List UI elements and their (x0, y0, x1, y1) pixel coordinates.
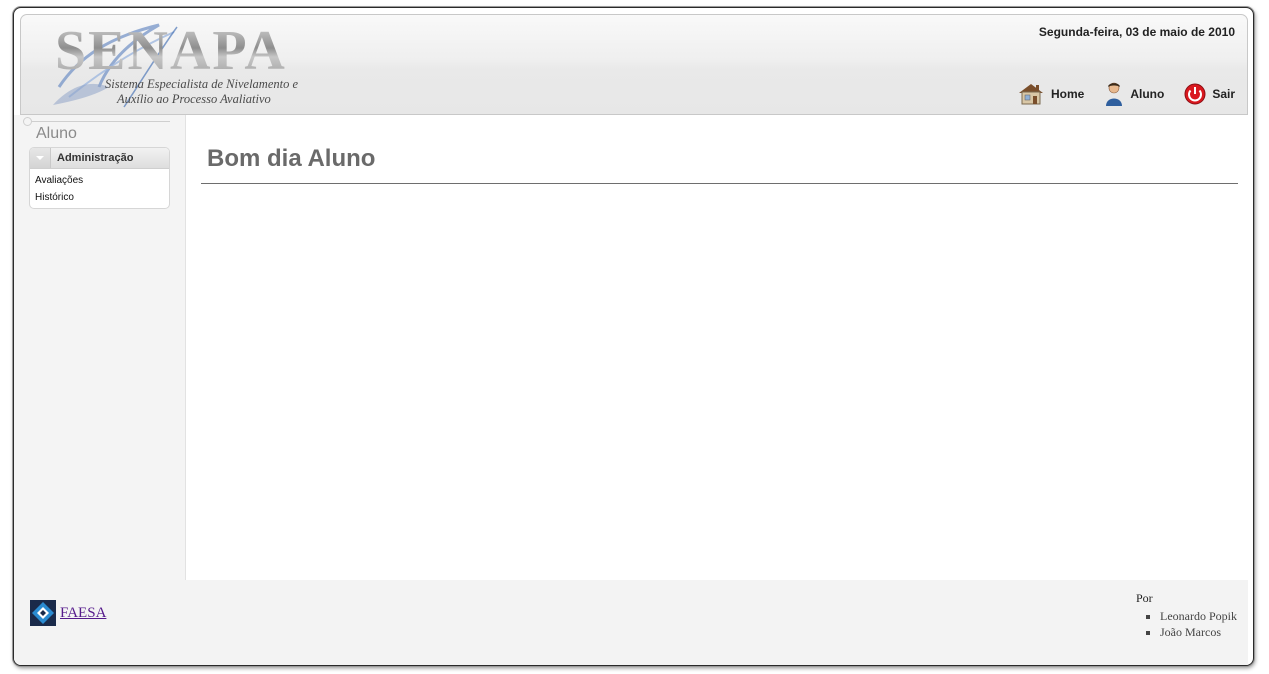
house-icon (1017, 81, 1045, 107)
faesa-link[interactable]: FAESA (60, 605, 106, 622)
footer: FAESA Por Leonardo Popik João Marcos (14, 580, 1248, 665)
credits: Por Leonardo Popik João Marcos (1136, 591, 1237, 640)
admin-panel-label: Administração (57, 152, 134, 164)
credits-label: Por (1136, 591, 1153, 605)
main-content: Bom dia Aluno (186, 115, 1248, 580)
faesa-logo-icon[interactable] (30, 600, 56, 626)
power-icon (1184, 81, 1206, 107)
nav-sair[interactable]: Sair (1184, 81, 1235, 107)
user-icon (1104, 81, 1124, 107)
top-nav: Home Aluno Sair (997, 81, 1235, 107)
admin-panel-header[interactable]: Administração (30, 148, 169, 169)
sidebar-item-historico[interactable]: Histórico (35, 189, 169, 206)
nav-home[interactable]: Home (1017, 81, 1084, 107)
nav-home-label: Home (1050, 87, 1085, 101)
sidebar-bullet-icon (23, 117, 32, 126)
nav-aluno[interactable]: Aluno (1104, 81, 1164, 107)
logo-title: SENAPA (55, 20, 287, 82)
chevron-down-icon[interactable] (30, 148, 51, 168)
senapa-logo[interactable]: SENAPA Sistema Especialista de Nivelamen… (49, 17, 329, 109)
authors-list: Leonardo Popik João Marcos (1136, 608, 1237, 640)
nav-aluno-label: Aluno (1130, 87, 1165, 101)
admin-panel: Administração Avaliações Histórico (29, 147, 170, 209)
admin-links: Avaliações Histórico (30, 169, 169, 206)
logo-subtitle-line2: Auxílio ao Processo Avaliativo (117, 92, 271, 106)
nav-sair-label: Sair (1212, 87, 1235, 101)
sidebar-item-avaliacoes[interactable]: Avaliações (35, 172, 169, 189)
sidebar-title: Aluno (36, 125, 77, 142)
title-divider (201, 183, 1238, 184)
sidebar-divider (28, 121, 170, 122)
faesa-block: FAESA (30, 600, 106, 626)
sidebar: Aluno Administração Avaliações Histórico (14, 115, 186, 580)
app-window: SENAPA Sistema Especialista de Nivelamen… (13, 7, 1254, 666)
author-item: João Marcos (1160, 624, 1237, 640)
current-date: Segunda-feira, 03 de maio de 2010 (1038, 25, 1235, 39)
page-title: Bom dia Aluno (207, 145, 376, 172)
header: SENAPA Sistema Especialista de Nivelamen… (20, 14, 1248, 115)
author-item: Leonardo Popik (1160, 608, 1237, 624)
logo-subtitle-line1: Sistema Especialista de Nivelamento e (105, 77, 299, 91)
